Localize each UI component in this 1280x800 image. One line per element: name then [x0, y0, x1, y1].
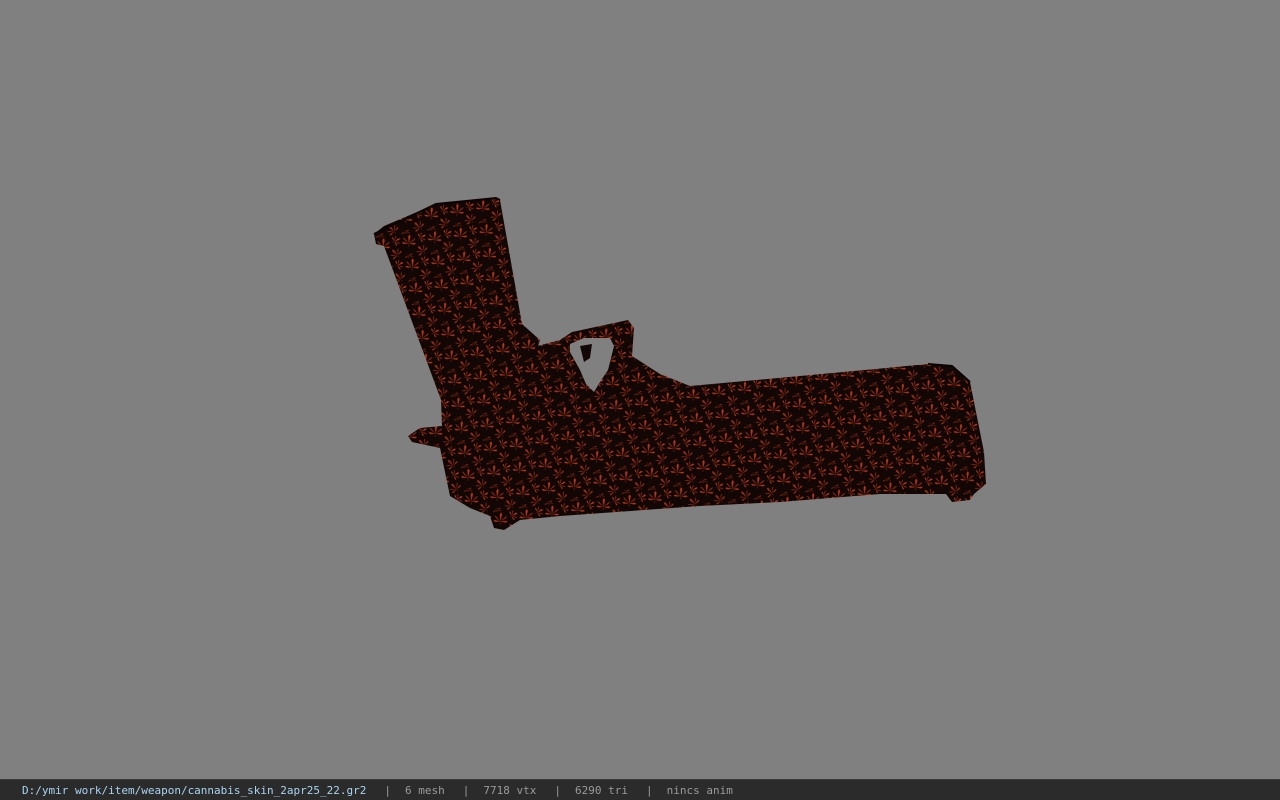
vertex-count-label: 7718 vtx [483, 783, 537, 797]
3d-viewport[interactable] [0, 0, 1280, 779]
separator: | [554, 783, 561, 797]
status-bar: D:/ymir work/item/weapon/cannabis_skin_2… [0, 779, 1280, 800]
file-path-label: D:/ymir work/item/weapon/cannabis_skin_2… [22, 783, 367, 797]
separator: | [384, 783, 391, 797]
pistol-model [373, 196, 986, 530]
mesh-count-label: 6 mesh [405, 783, 445, 797]
animation-status-label: nincs anim [666, 783, 733, 797]
separator: | [462, 783, 470, 797]
separator: | [645, 783, 653, 797]
triangle-count-label: 6290 tri [574, 783, 628, 797]
